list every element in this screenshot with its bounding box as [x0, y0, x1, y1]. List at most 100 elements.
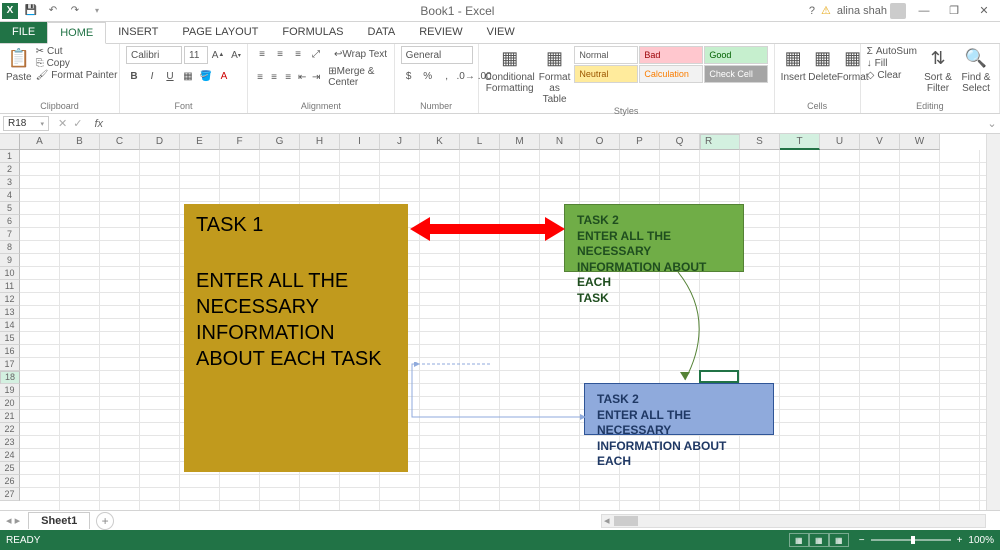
align-bottom-icon[interactable]: ≡ [290, 46, 306, 62]
row-header-22[interactable]: 22 [0, 423, 20, 436]
insert-cells-button[interactable]: ▦Insert [781, 46, 806, 83]
style-normal[interactable]: Normal [574, 46, 638, 64]
style-check-cell[interactable]: Check Cell [704, 65, 768, 83]
row-header-12[interactable]: 12 [0, 293, 20, 306]
minimize-icon[interactable]: — [912, 5, 936, 17]
number-format-select[interactable]: General [401, 46, 473, 64]
fill-color-button[interactable]: 🪣 [198, 68, 214, 84]
cut-button[interactable]: ✂Cut [36, 46, 118, 57]
col-header-A[interactable]: A [20, 134, 60, 150]
qat-redo-icon[interactable]: ↷ [66, 2, 84, 20]
clear-button[interactable]: ◇Clear [867, 70, 917, 81]
row-header-19[interactable]: 19 [0, 384, 20, 397]
tab-formulas[interactable]: FORMULAS [270, 22, 355, 43]
fb-expand-icon[interactable]: ⌄ [984, 117, 1000, 130]
row-header-4[interactable]: 4 [0, 189, 20, 202]
inc-decimal-icon[interactable]: .0→ [458, 68, 474, 84]
col-header-I[interactable]: I [340, 134, 380, 150]
col-header-K[interactable]: K [420, 134, 460, 150]
row-header-26[interactable]: 26 [0, 475, 20, 488]
col-header-V[interactable]: V [860, 134, 900, 150]
row-header-23[interactable]: 23 [0, 436, 20, 449]
paste-button[interactable]: 📋Paste [6, 46, 32, 83]
orientation-icon[interactable]: ⤢ [308, 46, 324, 62]
fb-cancel-icon[interactable]: ✕ [58, 117, 67, 130]
qat-customize-icon[interactable]: ▾ [88, 2, 106, 20]
row-header-15[interactable]: 15 [0, 332, 20, 345]
qat-save-icon[interactable]: 💾 [22, 2, 40, 20]
view-break-icon[interactable]: ▦ [829, 533, 849, 547]
col-header-N[interactable]: N [540, 134, 580, 150]
align-top-icon[interactable]: ≡ [254, 46, 270, 62]
user-label[interactable]: alina shah [837, 3, 906, 19]
font-name-select[interactable]: Calibri [126, 46, 182, 64]
col-header-E[interactable]: E [180, 134, 220, 150]
qat-undo-icon[interactable]: ↶ [44, 2, 62, 20]
cell-styles-gallery[interactable]: Normal Bad Good Neutral Calculation Chec… [574, 46, 768, 83]
currency-icon[interactable]: $ [401, 68, 417, 84]
row-header-6[interactable]: 6 [0, 215, 20, 228]
style-good[interactable]: Good [704, 46, 768, 64]
col-header-S[interactable]: S [740, 134, 780, 150]
cell-grid[interactable]: TASK 1 ENTER ALL THE NECESSARY INFORMATI… [20, 150, 986, 510]
view-normal-icon[interactable]: ▦ [789, 533, 809, 547]
format-painter-button[interactable]: 🖌Format Painter [36, 70, 118, 81]
new-sheet-button[interactable]: + [96, 512, 114, 530]
align-left-icon[interactable]: ≡ [254, 69, 266, 85]
row-header-1[interactable]: 1 [0, 150, 20, 163]
sheet-nav[interactable]: ◂ ▸ [0, 514, 26, 527]
wrap-text-button[interactable]: ↩Wrap Text [334, 49, 387, 60]
shrink-font-icon[interactable]: A▾ [228, 47, 244, 63]
col-header-O[interactable]: O [580, 134, 620, 150]
row-header-11[interactable]: 11 [0, 280, 20, 293]
row-header-10[interactable]: 10 [0, 267, 20, 280]
horizontal-scrollbar[interactable]: ◂ [601, 514, 986, 528]
comma-icon[interactable]: , [439, 68, 455, 84]
row-header-27[interactable]: 27 [0, 488, 20, 501]
align-center-icon[interactable]: ≡ [268, 69, 280, 85]
green-curved-arrow[interactable] [620, 272, 720, 387]
underline-button[interactable]: U [162, 68, 178, 84]
row-header-9[interactable]: 9 [0, 254, 20, 267]
autosum-button[interactable]: ΣAutoSum [867, 46, 917, 57]
copy-button[interactable]: ⎘Copy [36, 58, 118, 69]
merge-button[interactable]: ⊞Merge & Center [328, 66, 387, 88]
col-header-J[interactable]: J [380, 134, 420, 150]
help-icon[interactable]: ? [809, 5, 815, 17]
row-header-8[interactable]: 8 [0, 241, 20, 254]
tab-page-layout[interactable]: PAGE LAYOUT [170, 22, 270, 43]
border-button[interactable]: ▦ [180, 68, 196, 84]
row-header-21[interactable]: 21 [0, 410, 20, 423]
indent-inc-icon[interactable]: ⇥ [310, 69, 322, 85]
vertical-scrollbar[interactable] [986, 134, 1000, 510]
format-as-table-button[interactable]: ▦Format as Table [539, 46, 571, 105]
red-double-arrow[interactable] [410, 215, 565, 243]
select-all-corner[interactable] [0, 134, 20, 150]
tab-data[interactable]: DATA [356, 22, 408, 43]
col-header-T[interactable]: T [780, 134, 820, 150]
col-header-B[interactable]: B [60, 134, 100, 150]
fx-label[interactable]: fx [88, 118, 103, 130]
shape-task2-blue[interactable]: TASK 2 ENTER ALL THE NECESSARY INFORMATI… [584, 383, 774, 435]
col-header-G[interactable]: G [260, 134, 300, 150]
col-header-L[interactable]: L [460, 134, 500, 150]
shape-task2-green[interactable]: TASK 2 ENTER ALL THE NECESSARY INFORMATI… [564, 204, 744, 272]
fill-button[interactable]: ↓Fill [867, 58, 917, 69]
col-header-R[interactable]: R [700, 134, 740, 150]
zoom-level[interactable]: 100% [968, 535, 994, 546]
tab-review[interactable]: REVIEW [407, 22, 474, 43]
zoom-plus-button[interactable]: + [957, 535, 963, 546]
row-header-5[interactable]: 5 [0, 202, 20, 215]
font-color-button[interactable]: A [216, 68, 232, 84]
blue-elbow-connector[interactable] [410, 362, 590, 422]
sheet-tab-sheet1[interactable]: Sheet1 [28, 512, 90, 529]
name-box[interactable]: R18▾ [3, 116, 49, 131]
bold-button[interactable]: B [126, 68, 142, 84]
sort-filter-button[interactable]: ⇅Sort & Filter [921, 46, 955, 94]
row-header-20[interactable]: 20 [0, 397, 20, 410]
row-header-24[interactable]: 24 [0, 449, 20, 462]
col-header-C[interactable]: C [100, 134, 140, 150]
close-icon[interactable]: ✕ [972, 4, 996, 17]
shape-task1[interactable]: TASK 1 ENTER ALL THE NECESSARY INFORMATI… [184, 204, 408, 472]
tab-home[interactable]: HOME [47, 22, 106, 44]
